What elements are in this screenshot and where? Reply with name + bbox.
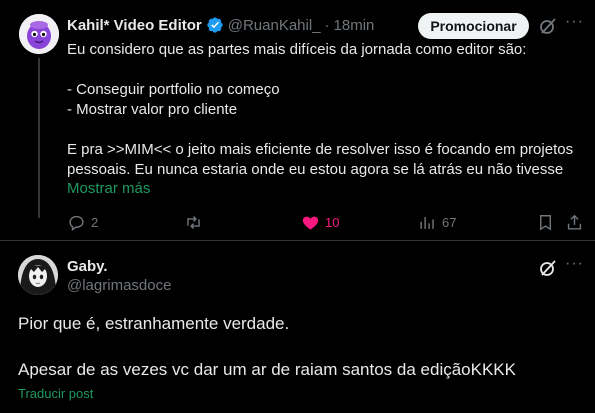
thread-line: [38, 58, 40, 218]
grok-icon[interactable]: [538, 258, 558, 278]
like-icon: [302, 216, 319, 230]
separator-dot: ·: [324, 16, 330, 34]
views-icon: [420, 216, 434, 229]
show-more-link[interactable]: Mostrar más: [67, 180, 150, 197]
avatar[interactable]: [19, 14, 59, 54]
translate-post-link[interactable]: Traducir post: [18, 386, 93, 401]
post-text-line: - Mostrar valor pro cliente: [67, 101, 238, 118]
more-icon[interactable]: ···: [565, 255, 585, 275]
like-button[interactable]: 10: [301, 212, 339, 232]
bookmark-icon: [540, 214, 551, 231]
action-bar: 2 10 67: [67, 212, 587, 232]
post-header: Kahil* Video Editor @RuanKahil_ · 18min: [67, 15, 374, 35]
repost-icon: [187, 215, 200, 229]
author-handle[interactable]: @RuanKahil_: [228, 17, 321, 34]
reply-author-name[interactable]: Gaby.: [67, 258, 108, 275]
post-text-line: Eu considero que as partes mais difíceis…: [67, 41, 527, 58]
grok-icon[interactable]: [538, 16, 558, 36]
reply-icon: [69, 215, 84, 231]
bookmark-button[interactable]: [536, 212, 555, 232]
share-button[interactable]: [565, 212, 584, 232]
promote-button[interactable]: Promocionar: [418, 13, 529, 39]
main-post[interactable]: Kahil* Video Editor @RuanKahil_ · 18min …: [0, 0, 595, 241]
repost-button[interactable]: [184, 212, 208, 232]
post-text-line: E pra >>MIM<< o jeito mais eficiente de …: [67, 141, 574, 158]
verified-badge-icon: [207, 17, 223, 33]
reply-text-line: Pior que é, estranhamente verdade.: [18, 314, 290, 333]
author-name[interactable]: Kahil* Video Editor: [67, 17, 202, 34]
reply-text-line: Apesar de as vezes vc dar um ar de raiam…: [18, 360, 516, 379]
reply-count: 2: [91, 214, 99, 230]
more-icon[interactable]: ···: [565, 13, 585, 33]
post-text-line: [67, 120, 587, 140]
views-button[interactable]: 67: [418, 212, 456, 232]
post-text-line: pessoais. Eu nunca estaria onde eu estou…: [67, 161, 564, 178]
reply-author-handle[interactable]: @lagrimasdoce: [67, 277, 171, 294]
post-text: Eu considero que as partes mais difíceis…: [67, 40, 587, 180]
post-text-line: [67, 60, 587, 80]
avatar[interactable]: [18, 255, 58, 295]
post-text-line: - Conseguir portfolio no começo: [67, 81, 280, 98]
like-count: 10: [325, 214, 340, 230]
views-count: 67: [442, 214, 457, 230]
share-icon: [567, 214, 582, 230]
post-time[interactable]: 18min: [334, 17, 375, 34]
reply-button[interactable]: 2: [67, 212, 98, 232]
